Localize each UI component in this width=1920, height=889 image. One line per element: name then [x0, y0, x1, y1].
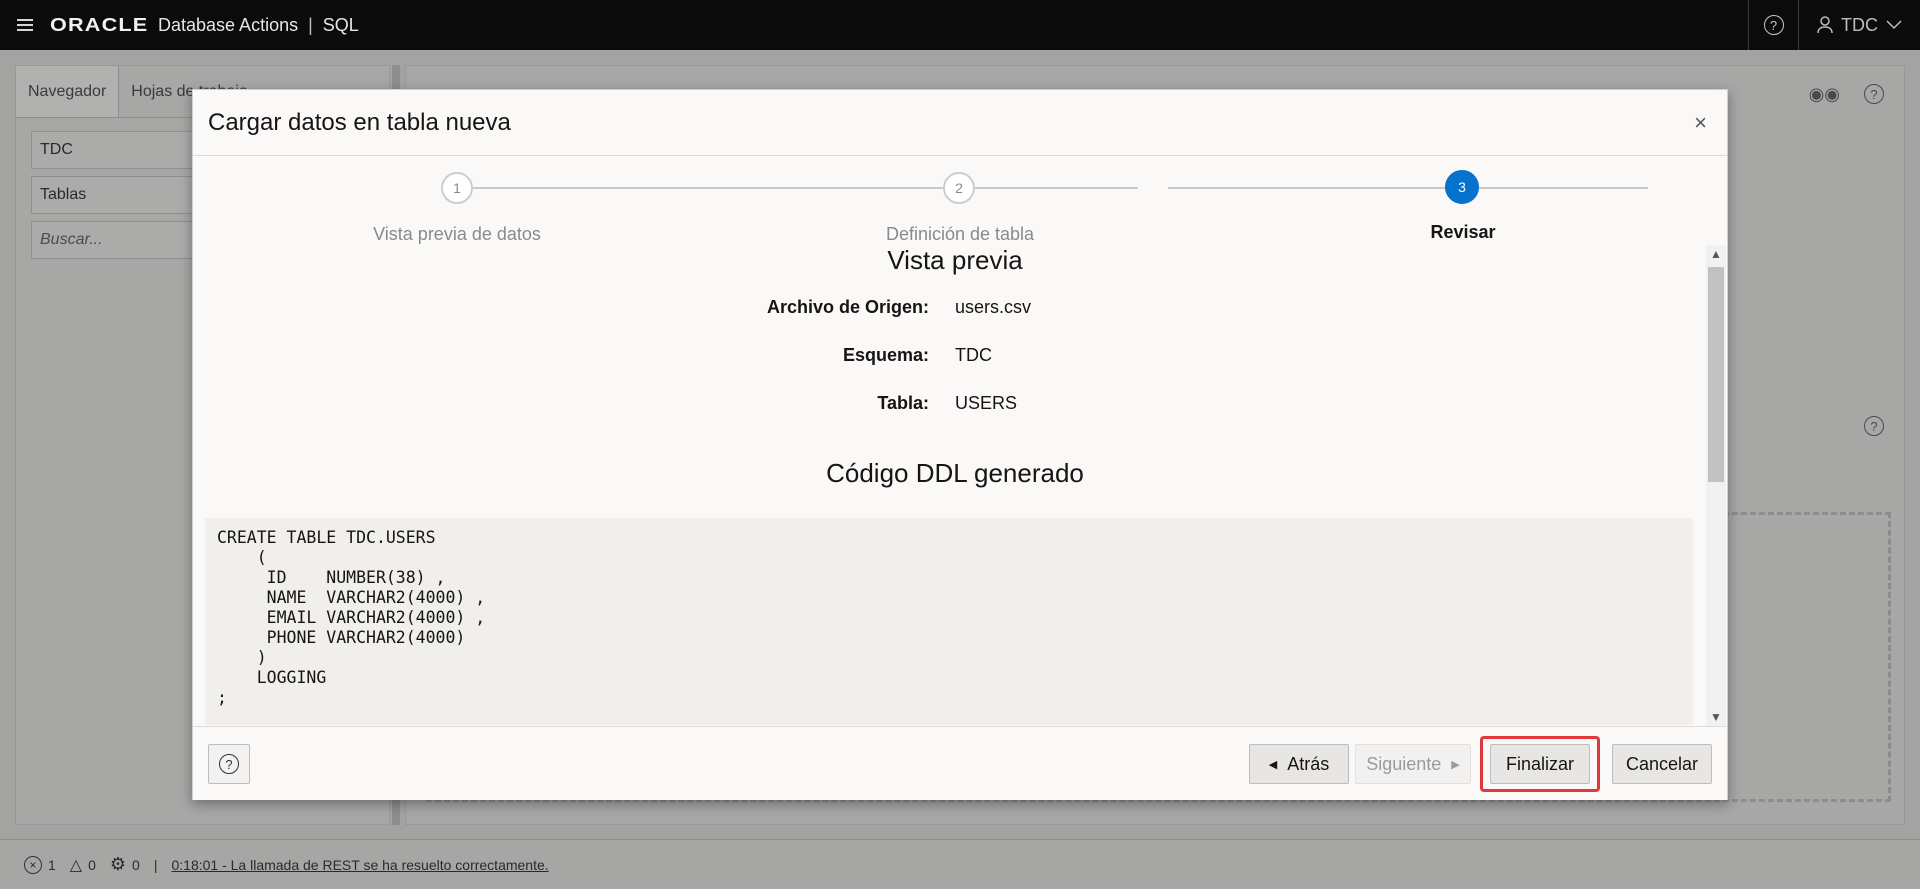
product-name: Database Actions	[158, 14, 299, 35]
user-name: TDC	[1841, 14, 1878, 35]
status-separator: |	[153, 856, 158, 873]
error-icon[interactable]: ×	[24, 855, 42, 874]
step-3-label[interactable]: Revisar	[1430, 222, 1495, 243]
header-separator: |	[308, 14, 313, 35]
scroll-up-icon[interactable]: ▲	[1710, 247, 1722, 261]
scroll-down-icon[interactable]: ▼	[1710, 710, 1722, 724]
source-file-label: Archivo de Origen:	[766, 297, 929, 317]
close-icon[interactable]: ×	[1694, 110, 1707, 136]
output-help-button[interactable]: ?	[1864, 416, 1884, 436]
warning-icon[interactable]: △	[70, 855, 82, 875]
cancel-button[interactable]: Cancelar	[1612, 744, 1712, 784]
help-icon: ?	[1763, 15, 1784, 35]
next-label: Siguiente	[1366, 753, 1442, 774]
caret-left-icon: ◀	[1268, 758, 1278, 771]
step-2-label[interactable]: Definición de tabla	[886, 224, 1034, 245]
dialog-scrollbar[interactable]: ▲ ▼	[1706, 245, 1726, 726]
load-data-dialog: Cargar datos en tabla nueva × 1 Vista pr…	[192, 89, 1728, 800]
help-button[interactable]: ?	[1748, 0, 1798, 50]
scrollbar-thumb[interactable]	[1708, 267, 1724, 482]
worksheet-toolbar: ◉◉ ?	[1809, 84, 1884, 105]
process-count: 0	[132, 856, 140, 873]
help-icon[interactable]: ?	[1864, 84, 1884, 104]
step-2-circle[interactable]: 2	[943, 172, 975, 204]
hamburger-menu-icon[interactable]	[0, 0, 50, 50]
step-connector	[458, 187, 1138, 189]
binoculars-icon[interactable]: ◉◉	[1809, 84, 1840, 105]
top-header: ORACLE Database Actions | SQL ? TDC	[0, 0, 1920, 50]
oracle-logo[interactable]: ORACLE	[50, 15, 148, 36]
finish-label: Finalizar	[1505, 753, 1575, 774]
source-file-value: users.csv	[955, 297, 1032, 317]
step-1-circle[interactable]: 1	[441, 172, 473, 204]
cancel-label: Cancelar	[1625, 753, 1699, 774]
gear-icon[interactable]: ⚙	[110, 854, 126, 875]
dialog-help-button[interactable]: ?	[208, 744, 250, 784]
dialog-body: Vista previa Archivo de Origen: users.cs…	[205, 245, 1705, 725]
dialog-footer: ? ◀ Atrás Siguiente ▶ Finalizar Cancelar	[193, 726, 1727, 800]
table-value: USERS	[955, 393, 1018, 413]
preview-title: Vista previa	[887, 245, 1023, 275]
schema-label: Esquema:	[842, 345, 929, 365]
user-icon	[1817, 16, 1833, 34]
dialog-title: Cargar datos en tabla nueva	[208, 108, 511, 136]
brand: ORACLE Database Actions | SQL	[50, 15, 359, 36]
status-bar: × 1 △ 0 ⚙ 0 | 0:18:01 - La llamada de RE…	[0, 839, 1920, 889]
ddl-code-block[interactable]: CREATE TABLE TDC.USERS ( ID NUMBER(38) ,…	[205, 518, 1693, 725]
warning-count: 0	[88, 856, 96, 873]
step-train: 1 Vista previa de datos 2 Definición de …	[193, 156, 1727, 256]
finish-button[interactable]: Finalizar	[1490, 744, 1590, 784]
field-row: Archivo de Origen: users.csv	[205, 297, 1705, 327]
user-menu[interactable]: TDC	[1798, 0, 1920, 50]
tab-navegador[interactable]: Navegador	[16, 66, 120, 117]
field-row: Tabla: USERS	[205, 393, 1705, 423]
help-icon: ?	[1864, 416, 1884, 436]
status-message-link[interactable]: 0:18:01 - La llamada de REST se ha resue…	[171, 857, 548, 873]
field-row: Esquema: TDC	[205, 345, 1705, 375]
section-name: SQL	[322, 14, 359, 35]
chevron-down-icon	[1886, 20, 1902, 30]
ddl-title: Código DDL generado	[826, 458, 1084, 488]
back-button[interactable]: ◀ Atrás	[1249, 744, 1349, 784]
header-actions: ? TDC	[1748, 0, 1920, 50]
error-count: 1	[48, 856, 56, 873]
back-label: Atrás	[1287, 753, 1330, 774]
next-button[interactable]: Siguiente ▶	[1355, 744, 1471, 784]
step-3-circle[interactable]: 3	[1445, 170, 1479, 204]
step-connector	[1168, 187, 1648, 189]
help-icon: ?	[219, 754, 239, 774]
schema-value: TDC	[955, 345, 992, 365]
caret-right-icon: ▶	[1451, 758, 1460, 771]
table-label: Tabla:	[877, 393, 929, 413]
dialog-header: Cargar datos en tabla nueva ×	[193, 90, 1727, 156]
step-1-label[interactable]: Vista previa de datos	[373, 224, 541, 245]
